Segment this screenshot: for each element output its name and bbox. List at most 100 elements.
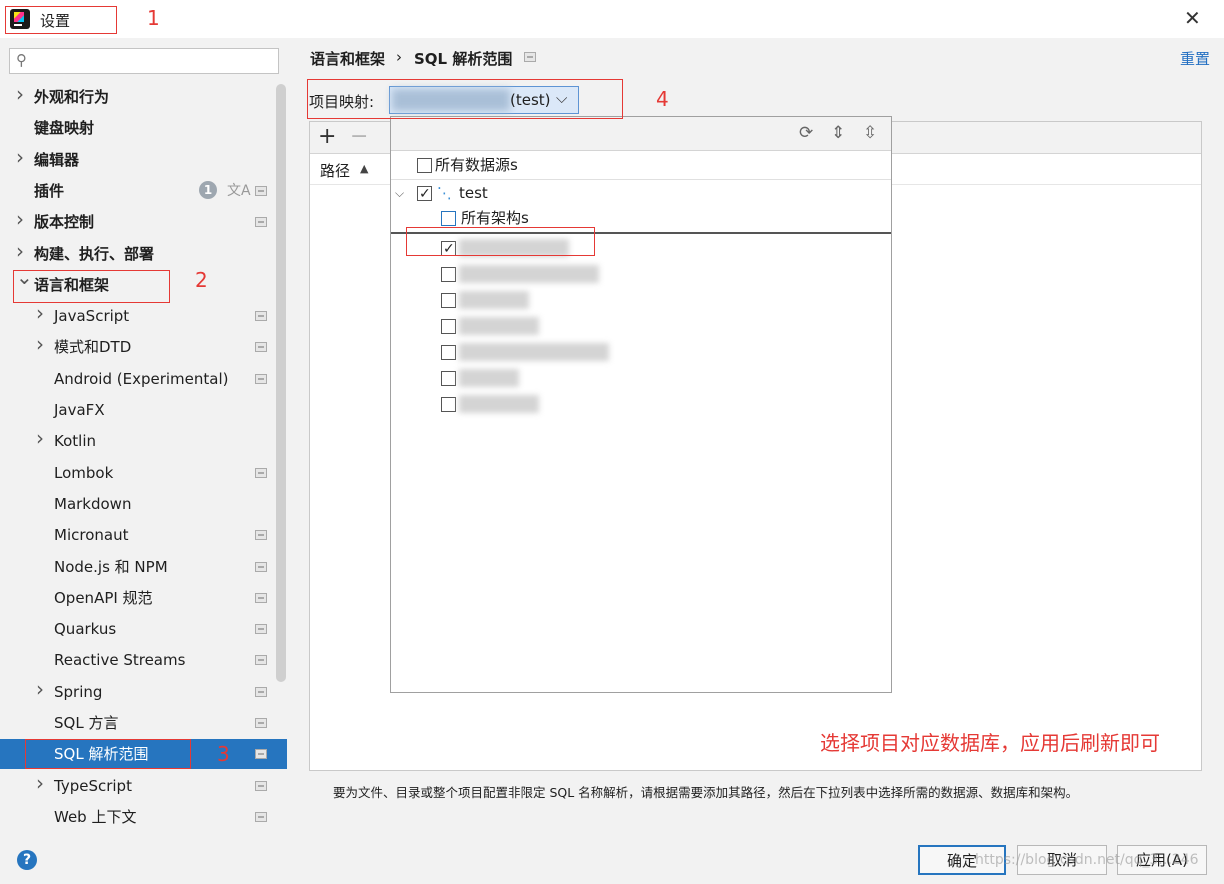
sidebar-item[interactable]: Web 上下文 <box>54 803 136 831</box>
sidebar-item[interactable]: TypeScript <box>54 772 132 800</box>
mysql-icon: ⋱ <box>437 184 452 202</box>
page-title: SQL 解析范围 <box>414 50 513 68</box>
sidebar-item[interactable]: Spring <box>54 678 102 706</box>
sidebar-scrollbar[interactable] <box>276 84 286 682</box>
breadcrumb-separator: › <box>396 48 402 66</box>
title-bar: 设置 ✕ <box>0 0 1224 38</box>
sidebar-item[interactable]: Android (Experimental) <box>54 365 229 393</box>
plugin-update-badge: 1 <box>199 181 217 199</box>
project-level-icon <box>255 468 267 478</box>
chevron-right-icon[interactable]: › <box>36 301 44 325</box>
project-level-icon <box>255 342 267 352</box>
project-level-icon <box>255 562 267 572</box>
datasource-dropdown-popup: ⟳ ⇕ ⇳ 所有数据源s ⌵ ⋱ test 所有架构s <box>390 116 892 693</box>
sidebar-item[interactable]: JavaScript <box>54 302 129 330</box>
reset-link[interactable]: 重置 <box>1180 48 1210 69</box>
checkbox[interactable] <box>417 182 432 206</box>
datasource-label: test <box>459 184 488 202</box>
sidebar-item[interactable]: 外观和行为 <box>34 83 109 111</box>
checkbox[interactable] <box>441 293 456 308</box>
add-icon[interactable]: + <box>318 124 336 149</box>
column-header-path[interactable]: 路径 <box>320 160 350 181</box>
annotation-number-4: 4 <box>656 87 669 111</box>
search-icon: ⚲ <box>16 51 27 69</box>
sidebar-item[interactable]: Markdown <box>54 490 131 518</box>
project-level-icon <box>255 812 267 822</box>
sidebar-item[interactable]: Micronaut <box>54 521 128 549</box>
checkbox[interactable] <box>441 345 456 360</box>
project-level-icon <box>255 374 267 384</box>
checkbox[interactable] <box>441 319 456 334</box>
chevron-right-icon[interactable]: › <box>16 207 24 231</box>
redacted-schema-name <box>459 317 539 335</box>
checkbox[interactable] <box>441 371 456 386</box>
expand-all-icon[interactable]: ⇕ <box>831 123 845 143</box>
sidebar-item[interactable]: 构建、执行、部署 <box>34 240 154 268</box>
help-description: 要为文件、目录或整个项目配置非限定 SQL 名称解析，请根据需要添加其路径，然后… <box>333 785 1079 800</box>
popup-toolbar: ⟳ ⇕ ⇳ <box>391 117 891 151</box>
redacted-schema-name <box>459 369 519 387</box>
chevron-right-icon[interactable]: › <box>36 426 44 450</box>
annotation-box-4 <box>307 79 623 119</box>
settings-search-input[interactable]: ⚲ <box>9 48 279 74</box>
project-level-icon <box>255 530 267 540</box>
sidebar-item[interactable]: JavaFX <box>54 396 105 424</box>
sidebar-item[interactable]: 键盘映射 <box>34 114 94 142</box>
annotation-number-2: 2 <box>195 268 208 292</box>
sidebar-item[interactable]: Quarkus <box>54 615 116 643</box>
annotation-note: 选择项目对应数据库，应用后刷新即可 <box>820 731 1160 755</box>
redacted-schema-name <box>459 291 529 309</box>
sidebar-item[interactable]: Lombok <box>54 459 113 487</box>
sidebar-item[interactable]: 模式和DTD <box>54 333 131 361</box>
project-level-icon <box>255 311 267 321</box>
project-level-icon <box>255 718 267 728</box>
annotation-box-5 <box>406 227 595 256</box>
checkbox[interactable] <box>441 267 456 282</box>
sidebar-item[interactable]: Kotlin <box>54 427 96 455</box>
project-level-icon <box>255 593 267 603</box>
chevron-right-icon[interactable]: › <box>16 145 24 169</box>
checkbox[interactable] <box>441 397 456 412</box>
annotation-box-1 <box>5 6 117 34</box>
project-level-icon <box>255 655 267 665</box>
redacted-schema-name <box>459 395 539 413</box>
project-level-icon <box>255 624 267 634</box>
annotation-number-3: 3 <box>217 742 230 766</box>
project-level-icon <box>255 687 267 697</box>
sidebar-item[interactable]: 插件 <box>34 177 64 205</box>
redacted-schema-name <box>459 265 599 283</box>
chevron-down-icon: ⌵ <box>395 186 405 200</box>
refresh-icon[interactable]: ⟳ <box>799 123 813 143</box>
chevron-right-icon[interactable]: › <box>36 771 44 795</box>
project-level-icon <box>255 781 267 791</box>
checkbox[interactable] <box>441 211 456 226</box>
collapse-all-icon[interactable]: ⇳ <box>863 123 877 143</box>
translate-icon: 文A <box>227 183 251 199</box>
project-level-icon <box>255 749 267 759</box>
chevron-right-icon[interactable]: › <box>16 82 24 106</box>
annotation-box-2 <box>13 270 170 303</box>
annotation-number-1: 1 <box>147 6 160 30</box>
project-level-icon <box>255 186 267 196</box>
sidebar-item[interactable]: SQL 方言 <box>54 709 118 737</box>
sidebar-item[interactable]: OpenAPI 规范 <box>54 584 153 612</box>
divider <box>391 179 891 180</box>
sort-ascending-icon: ▲ <box>360 162 369 175</box>
chevron-right-icon[interactable]: › <box>36 677 44 701</box>
remove-icon[interactable]: − <box>350 124 368 149</box>
checkbox[interactable] <box>417 158 432 173</box>
sidebar-item[interactable]: 编辑器 <box>34 146 79 174</box>
chevron-right-icon[interactable]: › <box>16 239 24 263</box>
breadcrumb-parent[interactable]: 语言和框架 <box>310 48 385 69</box>
sidebar-item[interactable]: Reactive Streams <box>54 646 185 674</box>
sidebar-item[interactable]: Node.js 和 NPM <box>54 553 168 581</box>
help-icon[interactable]: ? <box>17 850 37 870</box>
watermark: https://blog.csdn.net/qq_3...246 <box>975 852 1199 868</box>
close-icon[interactable]: ✕ <box>1184 6 1201 30</box>
all-datasources-label: 所有数据源s <box>435 156 518 174</box>
annotation-box-3 <box>25 739 191 769</box>
redacted-schema-name <box>459 343 609 361</box>
project-level-icon <box>255 217 267 227</box>
chevron-right-icon[interactable]: › <box>36 332 44 356</box>
sidebar-item[interactable]: 版本控制 <box>34 208 94 236</box>
